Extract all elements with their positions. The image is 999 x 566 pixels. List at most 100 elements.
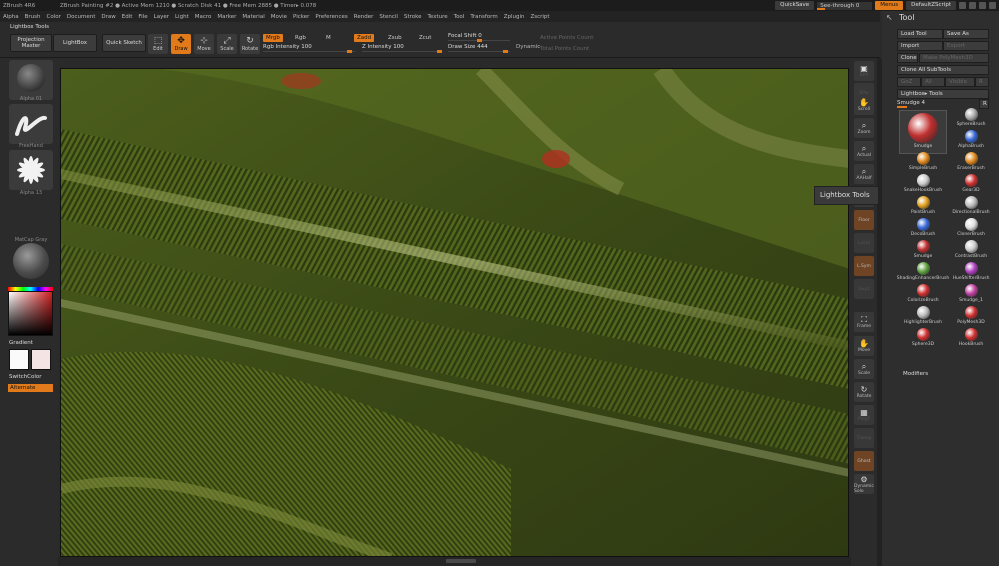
- brush-item[interactable]: HookBrush: [947, 328, 995, 351]
- brush-item[interactable]: ClonerBrush: [947, 218, 995, 241]
- bpr-button[interactable]: ▣ BPR: [854, 61, 874, 81]
- draw-size-slider[interactable]: Draw Size 444: [448, 44, 510, 53]
- bottom-tray-toggle[interactable]: [446, 559, 476, 563]
- menu-draw[interactable]: Draw: [101, 14, 115, 20]
- dynamic-toggle[interactable]: Dynamic: [516, 44, 540, 50]
- see-through-slider[interactable]: See-through 0: [817, 1, 873, 10]
- load-tool-button[interactable]: Load Tool: [897, 29, 943, 39]
- brush-item[interactable]: HighlighterBrush: [899, 306, 947, 329]
- rgb-toggle[interactable]: Rgb: [292, 34, 309, 42]
- polyf-button[interactable]: ▦ PolyF: [854, 405, 874, 425]
- menu-light[interactable]: Light: [175, 14, 189, 20]
- alternate-button[interactable]: Alternate: [8, 384, 53, 392]
- brush-item[interactable]: AlphaBrush: [947, 130, 995, 153]
- zoom-button[interactable]: ⌕ Zoom: [854, 118, 874, 138]
- menu-render[interactable]: Render: [354, 14, 374, 20]
- menu-picker[interactable]: Picker: [293, 14, 309, 20]
- r-button[interactable]: R: [975, 77, 989, 87]
- frame-button[interactable]: ⛶ Frame: [854, 312, 874, 332]
- clone-button[interactable]: Clone: [897, 53, 918, 63]
- alpha-thumbnail[interactable]: [9, 60, 53, 100]
- default-zscript-button[interactable]: DefaultZScript: [906, 1, 956, 10]
- aahalf-button[interactable]: ⌕ AAHalf: [854, 164, 874, 184]
- quicksave-button[interactable]: QuickSave: [775, 1, 815, 10]
- brush-item[interactable]: Smudge_1: [947, 284, 995, 307]
- switchcolor-button[interactable]: SwitchColor: [9, 374, 42, 380]
- menu-document[interactable]: Document: [67, 14, 96, 20]
- menu-brush[interactable]: Brush: [25, 14, 41, 20]
- menu-alpha[interactable]: Alpha: [3, 14, 19, 20]
- brush-item[interactable]: Gear3D: [947, 174, 995, 197]
- document-canvas[interactable]: [60, 68, 849, 557]
- rotate-view-button[interactable]: ↻ Rotate: [854, 382, 874, 402]
- help-icon[interactable]: [959, 2, 966, 9]
- brush-item[interactable]: SimpleBrush: [899, 152, 947, 175]
- menu-movie[interactable]: Movie: [271, 14, 287, 20]
- brush-item[interactable]: SnakeHookBrush: [899, 174, 947, 197]
- menu-stencil[interactable]: Stencil: [379, 14, 398, 20]
- zsub-toggle[interactable]: Zsub: [385, 34, 405, 42]
- menu-edit[interactable]: Edit: [122, 14, 133, 20]
- lightbox-tools-button[interactable]: Lightbox▸ Tools: [897, 89, 989, 99]
- menu-texture[interactable]: Texture: [428, 14, 448, 20]
- focal-shift-slider[interactable]: Focal Shift 0: [448, 33, 510, 42]
- scroll-button[interactable]: ✋ Scroll: [854, 95, 874, 115]
- menu-layer[interactable]: Layer: [154, 14, 169, 20]
- maximize-icon[interactable]: [979, 2, 986, 9]
- m-toggle[interactable]: M: [323, 34, 334, 42]
- projection-master-button[interactable]: Projection Master: [10, 34, 52, 52]
- close-icon[interactable]: [989, 2, 996, 9]
- current-tool-slider[interactable]: Smudge 4: [897, 100, 977, 108]
- brush-item[interactable]: Smudge: [899, 240, 947, 263]
- ghost-button[interactable]: Ghost: [854, 451, 874, 471]
- menu-zplugin[interactable]: Zplugin: [504, 14, 525, 20]
- collapse-arrow-icon[interactable]: ↖: [886, 13, 893, 22]
- menu-preferences[interactable]: Preferences: [315, 14, 347, 20]
- mrgb-toggle[interactable]: Mrgb: [263, 34, 283, 42]
- floor-button[interactable]: Floor: [854, 210, 874, 230]
- menus-button[interactable]: Menus: [875, 1, 904, 10]
- zadd-toggle[interactable]: Zadd: [354, 34, 375, 42]
- lightbox-button[interactable]: LightBox: [53, 34, 97, 52]
- brush-item[interactable]: ShadingEnhancerBrush: [897, 262, 949, 285]
- menu-transform[interactable]: Transform: [470, 14, 497, 20]
- goz-button[interactable]: GoZ: [897, 77, 921, 87]
- menu-file[interactable]: File: [138, 14, 147, 20]
- brush-item[interactable]: Smudge: [899, 110, 947, 154]
- draw-button[interactable]: ✥ Draw: [171, 34, 191, 54]
- secondary-color-swatch[interactable]: [31, 349, 51, 370]
- brush-item[interactable]: ContrastBrush: [947, 240, 995, 263]
- transp-button[interactable]: Transp: [854, 428, 874, 448]
- actual-button[interactable]: ⌕ Actual: [854, 141, 874, 161]
- brush-item[interactable]: EraserBrush: [947, 152, 995, 175]
- menu-stroke[interactable]: Stroke: [404, 14, 422, 20]
- brush-item[interactable]: ColorizeBrush: [899, 284, 947, 307]
- scale-button[interactable]: ⤢ Scale: [217, 34, 237, 54]
- edit-button[interactable]: ⬚ Edit: [148, 34, 168, 54]
- rgb-intensity-slider[interactable]: Rgb Intensity 100: [263, 44, 355, 53]
- quick-sketch-button[interactable]: Quick Sketch: [102, 34, 146, 52]
- brush-item[interactable]: DecoBrush: [899, 218, 947, 241]
- z-intensity-slider[interactable]: Z Intensity 100: [362, 44, 442, 53]
- menu-tool[interactable]: Tool: [454, 14, 465, 20]
- color-picker[interactable]: [8, 291, 53, 336]
- minimize-icon[interactable]: [969, 2, 976, 9]
- visible-button[interactable]: Visible: [945, 77, 975, 87]
- menu-zscript[interactable]: Zscript: [530, 14, 549, 20]
- rotate-button[interactable]: ↻ Rotate: [240, 34, 260, 54]
- stroke-thumbnail[interactable]: [9, 104, 53, 144]
- alpha2-thumbnail[interactable]: [9, 150, 53, 190]
- local-button[interactable]: Local: [854, 233, 874, 253]
- import-button[interactable]: Import: [897, 41, 943, 51]
- brush-item[interactable]: PolyMesh3D: [947, 306, 995, 329]
- menu-marker[interactable]: Marker: [217, 14, 236, 20]
- menu-material[interactable]: Material: [242, 14, 264, 20]
- scale-view-button[interactable]: ⌕ Scale: [854, 359, 874, 379]
- save-as-button[interactable]: Save As: [943, 29, 989, 39]
- modifiers-header[interactable]: Modifiers: [903, 371, 928, 377]
- clone-all-subtools-button[interactable]: Clone All SubTools: [897, 65, 989, 75]
- lsym-button[interactable]: L.Sym: [854, 256, 874, 276]
- brush-item[interactable]: Sphere3D: [899, 328, 947, 351]
- export-button[interactable]: Export: [943, 41, 989, 51]
- brush-item[interactable]: PaintBrush: [899, 196, 947, 219]
